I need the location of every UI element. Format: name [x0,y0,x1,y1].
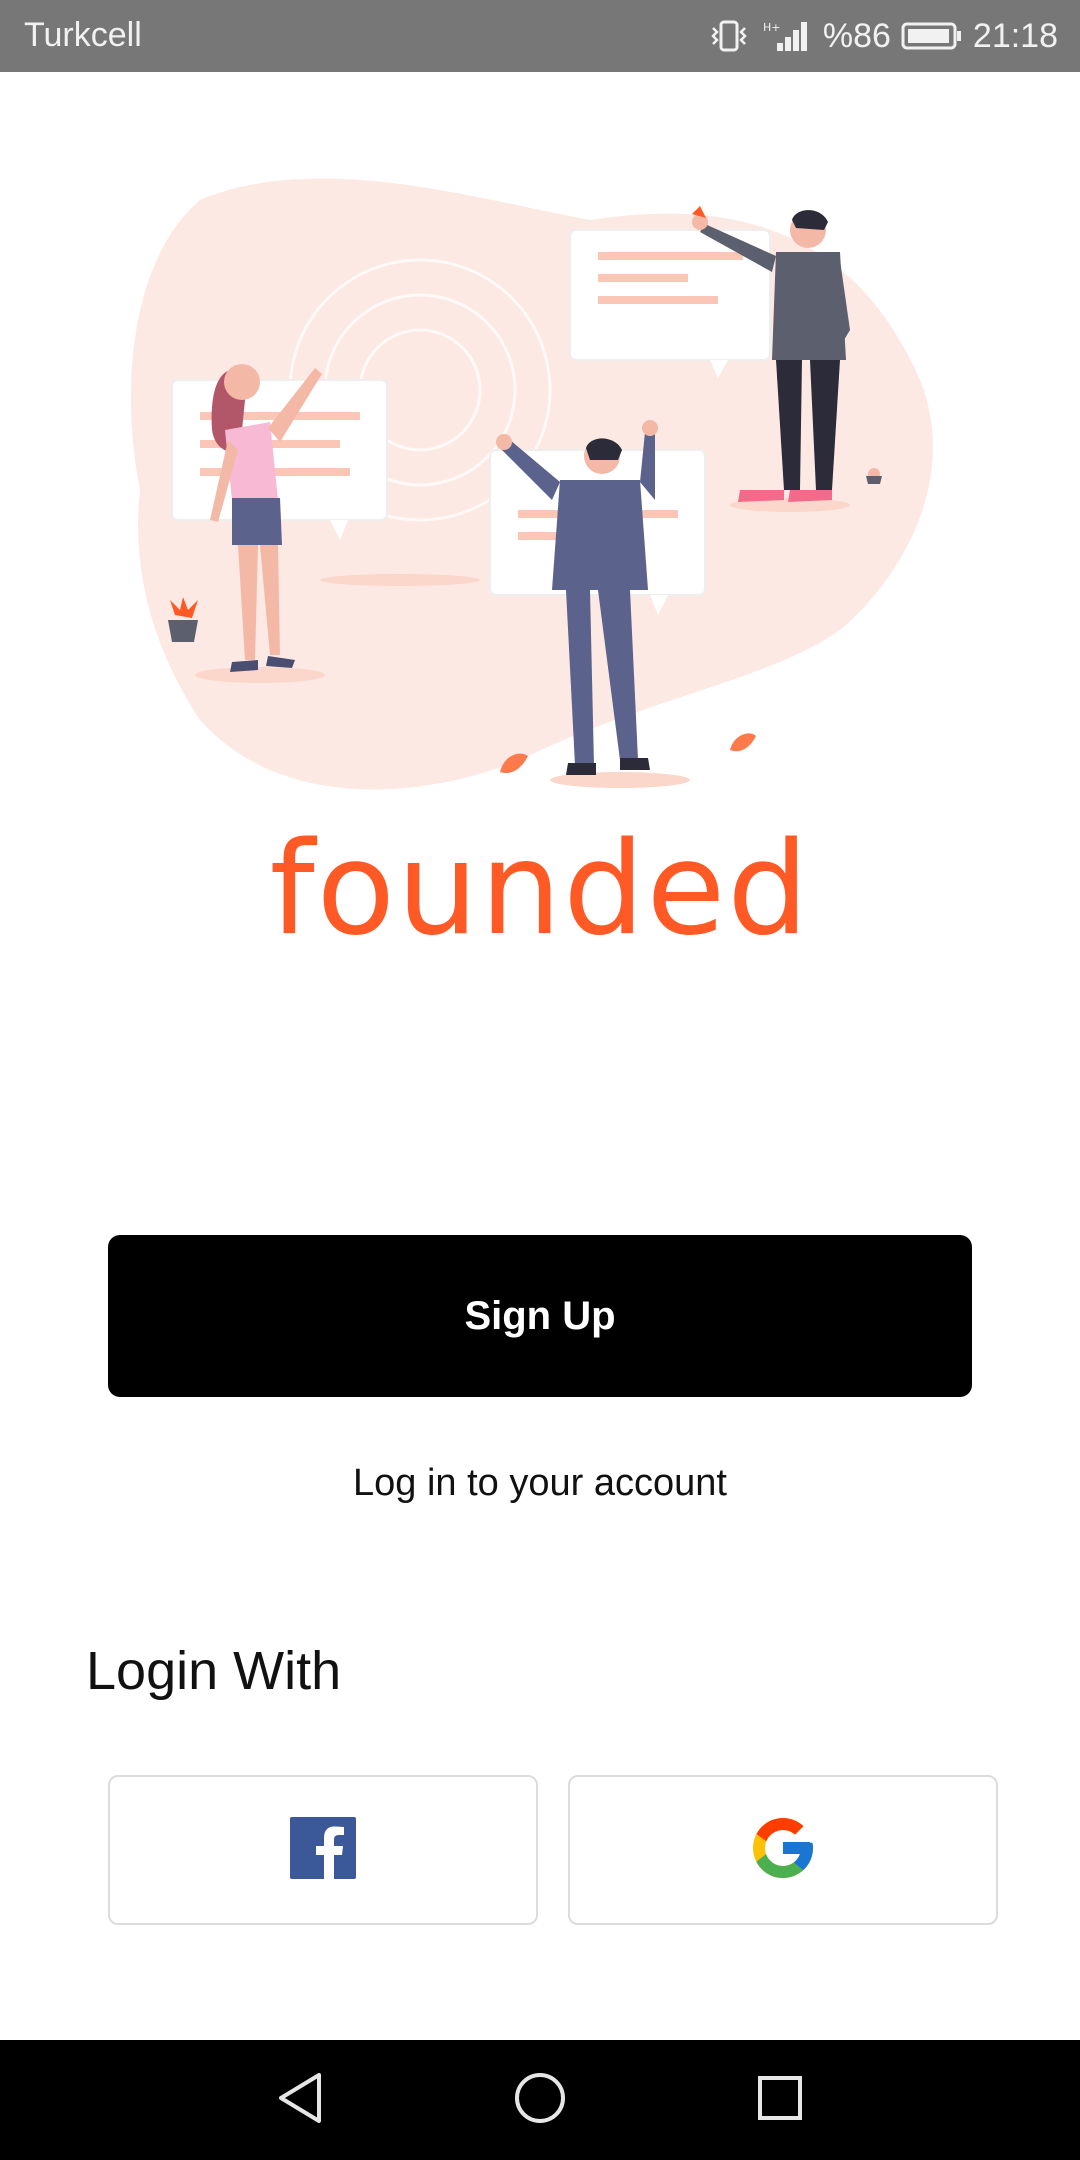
carrier-name: Turkcell [24,16,142,54]
signup-button[interactable]: Sign Up [108,1235,972,1397]
status-bar: Turkcell H+ %86 21:18 [0,0,1080,72]
back-button[interactable] [270,2070,330,2130]
google-login-button[interactable] [568,1775,998,1925]
home-icon [513,2071,567,2130]
brand-logo: founded [269,815,811,964]
status-indicators: H+ %86 21:18 [707,12,1058,60]
welcome-illustration [120,160,960,810]
battery-icon [901,19,963,53]
home-button[interactable] [510,2070,570,2130]
login-with-title: Login With [86,1641,342,1701]
google-icon [747,1812,819,1889]
signal-icon: H+ [761,19,813,53]
login-link[interactable]: Log in to your account [0,1462,1080,1505]
clock: 21:18 [972,16,1058,55]
recents-icon [756,2074,804,2127]
battery-percent: %86 [822,16,891,55]
back-icon [275,2071,325,2130]
navigation-bar [0,2040,1080,2160]
facebook-login-button[interactable] [108,1775,538,1925]
vibrate-icon [707,19,751,53]
svg-text:H+: H+ [763,21,781,34]
recents-button[interactable] [750,2070,810,2130]
facebook-icon [290,1816,356,1884]
